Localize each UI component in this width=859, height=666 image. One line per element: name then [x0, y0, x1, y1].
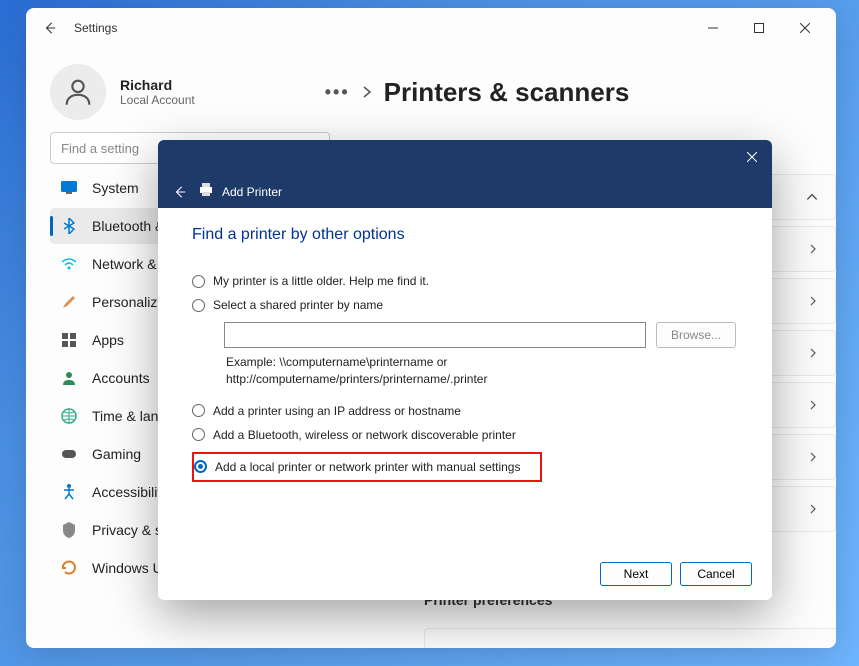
wifi-icon — [60, 255, 78, 273]
sidebar-item-label: Accounts — [92, 370, 150, 386]
minimize-button[interactable] — [690, 12, 736, 44]
close-button[interactable] — [782, 12, 828, 44]
cancel-button[interactable]: Cancel — [680, 562, 752, 586]
chevron-right-icon — [807, 399, 819, 411]
printer-icon — [198, 183, 214, 202]
radio-icon — [192, 404, 205, 417]
dialog-footer: Next Cancel — [600, 562, 752, 586]
radio-label: My printer is a little older. Help me fi… — [213, 274, 429, 288]
brush-icon — [60, 293, 78, 311]
radio-option-manual[interactable]: Add a local printer or network printer w… — [194, 460, 534, 474]
maximize-icon — [754, 23, 764, 33]
page-title: Printers & scanners — [384, 77, 630, 108]
dialog-back-button[interactable] — [170, 185, 190, 199]
radio-label: Add a Bluetooth, wireless or network dis… — [213, 428, 516, 442]
person-icon — [61, 75, 95, 109]
globe-icon — [60, 407, 78, 425]
radio-option-shared[interactable]: Select a shared printer by name — [192, 298, 738, 312]
user-name: Richard — [120, 77, 195, 93]
user-info: Richard Local Account — [120, 77, 195, 107]
header-row: Richard Local Account ••• Printers & sca… — [26, 48, 836, 128]
chevron-right-icon — [362, 86, 372, 98]
close-icon — [747, 152, 757, 162]
monitor-icon — [60, 179, 78, 197]
arrow-left-icon — [43, 21, 57, 35]
dialog-title: Add Printer — [222, 185, 282, 199]
breadcrumb: ••• Printers & scanners — [325, 77, 812, 108]
add-printer-dialog: Add Printer Find a printer by other opti… — [158, 140, 772, 600]
sidebar-item-label: Accessibility — [92, 484, 168, 500]
grid-icon — [60, 331, 78, 349]
radio-icon — [194, 460, 207, 473]
highlight-box: Add a local printer or network printer w… — [192, 452, 542, 482]
radio-option-bluetooth[interactable]: Add a Bluetooth, wireless or network dis… — [192, 428, 738, 442]
user-account-type: Local Account — [120, 93, 195, 107]
sidebar-item-label: System — [92, 180, 139, 196]
avatar[interactable] — [50, 64, 106, 120]
back-button[interactable] — [34, 12, 66, 44]
maximize-button[interactable] — [736, 12, 782, 44]
arrow-left-icon — [173, 185, 187, 199]
radio-label: Add a local printer or network printer w… — [215, 460, 520, 474]
radio-option-ip[interactable]: Add a printer using an IP address or hos… — [192, 404, 738, 418]
chevron-right-icon — [807, 347, 819, 359]
bluetooth-icon — [60, 217, 78, 235]
window-title: Settings — [74, 21, 117, 35]
update-icon — [60, 559, 78, 577]
dialog-heading: Find a printer by other options — [192, 226, 738, 244]
radio-option-older[interactable]: My printer is a little older. Help me fi… — [192, 274, 738, 288]
chevron-up-icon — [805, 190, 819, 204]
minimize-icon — [708, 23, 718, 33]
person-icon — [60, 369, 78, 387]
titlebar: Settings — [26, 8, 836, 48]
dialog-body: Find a printer by other options My print… — [158, 208, 772, 482]
dialog-close-button[interactable] — [738, 146, 766, 168]
content-card[interactable] — [424, 628, 836, 648]
chevron-right-icon — [807, 243, 819, 255]
accessibility-icon — [60, 483, 78, 501]
gamepad-icon — [60, 445, 78, 463]
next-button[interactable]: Next — [600, 562, 672, 586]
example-text: Example: \\computername\printername or h… — [226, 354, 646, 388]
chevron-right-icon — [807, 295, 819, 307]
radio-icon — [192, 428, 205, 441]
sidebar-item-label: Apps — [92, 332, 124, 348]
sidebar-item-label: Gaming — [92, 446, 141, 462]
radio-label: Add a printer using an IP address or hos… — [213, 404, 461, 418]
shared-printer-input[interactable] — [224, 322, 646, 348]
radio-icon — [192, 275, 205, 288]
dialog-header: Add Printer — [158, 140, 772, 208]
radio-label: Select a shared printer by name — [213, 298, 383, 312]
radio-icon — [192, 299, 205, 312]
chevron-right-icon — [807, 503, 819, 515]
breadcrumb-more-icon[interactable]: ••• — [325, 82, 350, 103]
browse-button[interactable]: Browse... — [656, 322, 736, 348]
search-placeholder: Find a setting — [61, 141, 139, 156]
shield-icon — [60, 521, 78, 539]
close-icon — [800, 23, 810, 33]
chevron-right-icon — [807, 451, 819, 463]
